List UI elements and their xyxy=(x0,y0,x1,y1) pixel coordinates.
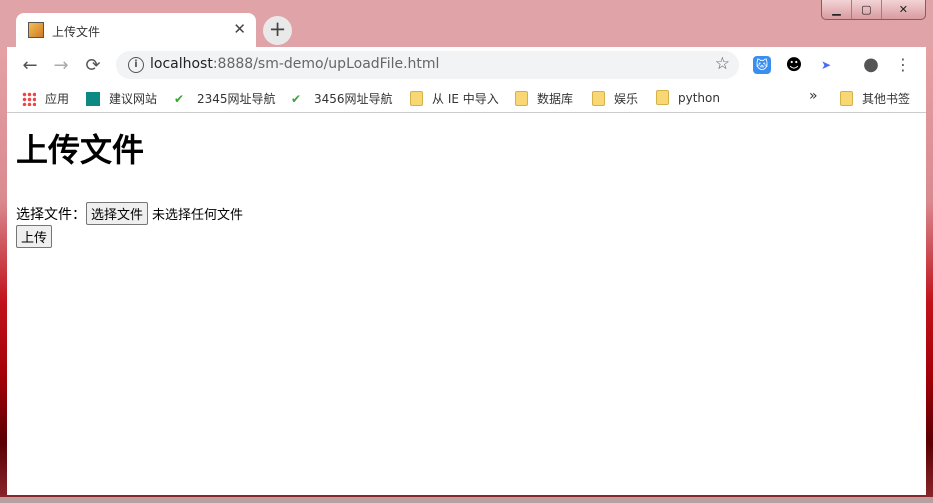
minimize-button[interactable]: ▁ xyxy=(822,0,852,19)
tab-title: 上传文件 xyxy=(52,25,101,39)
file-status-text: 未选择任何文件 xyxy=(152,208,244,223)
bookmark-label: 其他书签 xyxy=(862,92,911,106)
bookmark-3456[interactable]: ✔ 3456网址导航 xyxy=(291,90,393,107)
other-bookmarks[interactable]: 其他书签 xyxy=(840,90,910,107)
maximize-button[interactable]: ▢ xyxy=(852,0,882,19)
choose-file-button[interactable]: 选择文件 xyxy=(86,202,149,225)
face-extension-icon[interactable]: ☻ xyxy=(785,56,803,74)
upload-button[interactable]: 上传 xyxy=(16,225,53,248)
menu-icon[interactable]: ⋮ xyxy=(894,56,912,74)
bookmark-label: 2345网址导航 xyxy=(197,92,276,106)
back-button[interactable]: ← xyxy=(19,55,41,76)
folder-icon xyxy=(410,91,423,106)
tab-favicon-icon xyxy=(28,22,44,38)
url-path: :8888/sm-demo/upLoadFile.html xyxy=(212,56,440,72)
url-host: localhost xyxy=(150,56,213,72)
folder-icon xyxy=(515,91,528,106)
hao-icon: ✔ xyxy=(291,91,302,106)
folder-icon xyxy=(656,90,669,105)
browser-tab[interactable]: 上传文件 ✕ xyxy=(16,13,256,47)
window-controls: ▁ ▢ ✕ xyxy=(821,0,926,20)
bookmark-label: 从 IE 中导入 xyxy=(432,92,499,106)
url-text[interactable]: localhost:8888/sm-demo/upLoadFile.html xyxy=(150,56,439,72)
site-info-icon[interactable]: i xyxy=(128,57,144,73)
new-tab-button[interactable]: + xyxy=(263,16,292,45)
bookmarks-overflow-button[interactable]: » xyxy=(809,88,818,104)
bookmark-2345[interactable]: ✔ 2345网址导航 xyxy=(174,90,276,107)
forward-button[interactable]: → xyxy=(50,55,72,76)
bookmark-star-icon[interactable]: ☆ xyxy=(715,54,730,74)
hao-icon: ✔ xyxy=(174,91,185,106)
window-frame: ▁ ▢ ✕ 上传文件 ✕ + ← → ⟳ i localhost:8888/sm… xyxy=(0,0,933,503)
page-content: 上传文件 选择文件： 选择文件 未选择任何文件 上传 xyxy=(7,113,926,495)
address-bar[interactable]: i localhost:8888/sm-demo/upLoadFile.html… xyxy=(116,51,739,79)
bookmark-import-ie[interactable]: 从 IE 中导入 xyxy=(410,90,499,107)
bookmark-label: 数据库 xyxy=(537,92,574,106)
folder-icon xyxy=(592,91,605,106)
bird-extension-icon[interactable]: ➤ xyxy=(817,56,835,74)
folder-icon xyxy=(840,91,853,106)
page-heading: 上传文件 xyxy=(16,131,145,169)
reload-button[interactable]: ⟳ xyxy=(82,55,104,76)
bookmark-database[interactable]: 数据库 xyxy=(515,90,573,107)
bookmark-entertainment[interactable]: 娱乐 xyxy=(592,90,638,107)
tab-close-icon[interactable]: ✕ xyxy=(233,20,246,38)
profile-icon[interactable]: ● xyxy=(862,56,880,74)
bookmark-label: 建议网站 xyxy=(109,92,158,106)
bookmark-label: 3456网址导航 xyxy=(314,92,393,106)
upload-row: 上传 xyxy=(16,225,53,248)
bookmark-python[interactable]: python xyxy=(656,90,720,105)
browser-toolbar: ← → ⟳ i localhost:8888/sm-demo/upLoadFil… xyxy=(7,47,926,84)
bing-icon xyxy=(86,91,100,106)
bookmarks-bar: 应用 建议网站 ✔ 2345网址导航 ✔ 3456网址导航 从 IE 中导入 数据库… xyxy=(7,84,926,113)
file-upload-row: 选择文件： 选择文件 未选择任何文件 xyxy=(16,202,243,225)
bookmark-label: 应用 xyxy=(45,92,70,106)
apps-grid-icon xyxy=(22,91,36,106)
bookmark-apps[interactable]: 应用 xyxy=(22,90,69,107)
close-window-button[interactable]: ✕ xyxy=(882,0,925,19)
bookmark-suggested-sites[interactable]: 建议网站 xyxy=(86,90,157,107)
bookmark-label: python xyxy=(678,90,720,105)
bookmark-label: 娱乐 xyxy=(614,92,639,106)
file-label: 选择文件： xyxy=(16,206,86,223)
cat-extension-icon[interactable]: 🐱 xyxy=(753,56,771,74)
